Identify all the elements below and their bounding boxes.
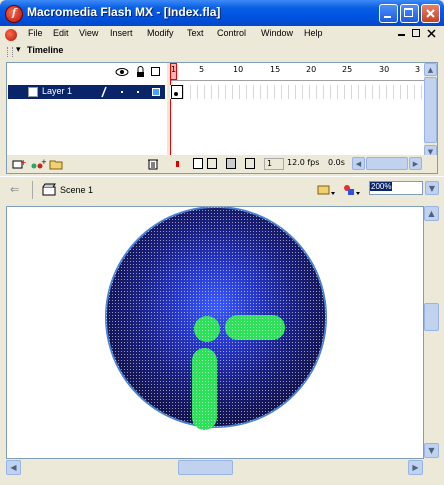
- menu-help[interactable]: Help: [304, 28, 323, 38]
- separator: [32, 181, 33, 199]
- minimize-icon: [384, 16, 391, 18]
- scroll-left-icon[interactable]: ◀: [6, 460, 21, 475]
- stage-vscroll[interactable]: ▲ ▼: [424, 206, 440, 459]
- keyframe-cell[interactable]: [171, 85, 183, 99]
- frame-tick: 3: [415, 65, 421, 74]
- scroll-right-icon[interactable]: ▶: [408, 460, 423, 475]
- maximize-icon: [404, 8, 413, 17]
- maximize-button[interactable]: [400, 4, 419, 23]
- menu-text[interactable]: Text: [187, 28, 204, 38]
- edit-scene-icon[interactable]: [317, 183, 337, 197]
- flash-app-icon[interactable]: f: [5, 5, 23, 23]
- modify-onion-markers-icon[interactable]: [245, 158, 255, 169]
- scroll-thumb[interactable]: [424, 77, 437, 143]
- current-frame: 1: [267, 159, 273, 168]
- eye-icon[interactable]: [115, 67, 129, 77]
- edit-symbols-icon[interactable]: [342, 183, 362, 197]
- minimize-button[interactable]: [379, 4, 398, 23]
- frame-rate: 12.0 fps: [287, 158, 320, 167]
- stage-hscroll[interactable]: ◀ ▶: [6, 459, 424, 476]
- document-icon[interactable]: [5, 29, 17, 41]
- window-title: Macromedia Flash MX - [Index.fla]: [27, 5, 221, 19]
- chevron-down-icon[interactable]: ▼: [425, 181, 439, 195]
- svg-text:+: +: [41, 158, 46, 166]
- frame-tick: 1: [171, 65, 177, 74]
- current-frame-field: 1: [264, 158, 284, 170]
- insert-folder-icon[interactable]: [49, 158, 63, 170]
- menu-edit[interactable]: Edit: [53, 28, 69, 38]
- frame-tick: 30: [379, 65, 390, 74]
- onion-outline-icon[interactable]: [207, 158, 217, 169]
- layer-row[interactable]: Layer 1: [8, 85, 165, 99]
- frame-tick: 10: [233, 65, 244, 74]
- frame-tick: 20: [306, 65, 317, 74]
- menu-file[interactable]: File: [28, 28, 43, 38]
- insert-layer-icon[interactable]: +: [12, 158, 26, 170]
- grip-icon[interactable]: [7, 47, 13, 57]
- frame-ruler[interactable]: 1 5 10 15 20 25 30 3: [170, 63, 424, 81]
- scene-label[interactable]: Scene 1: [60, 185, 93, 195]
- scroll-thumb[interactable]: [366, 157, 408, 170]
- lock-icon[interactable]: [136, 66, 145, 78]
- scroll-thumb[interactable]: [178, 460, 233, 475]
- onion-skin-icon[interactable]: [193, 158, 203, 169]
- zoom-value[interactable]: 200%: [370, 182, 393, 191]
- layer-name[interactable]: Layer 1: [42, 86, 72, 96]
- doc-minimize-icon[interactable]: [398, 34, 405, 36]
- timeline-hscroll[interactable]: ◀ ▶: [352, 157, 424, 171]
- pencil-icon: [101, 86, 107, 98]
- stage-artwork: [105, 207, 327, 430]
- frame-controls: 1 12.0 fps 0.0s ◀ ▶: [170, 155, 437, 173]
- menu-control[interactable]: Control: [217, 28, 246, 38]
- keyframe-dot: [174, 92, 178, 96]
- menu-bar: File Edit View Insert Modify Text Contro…: [0, 26, 444, 43]
- frame-tick: 15: [270, 65, 281, 74]
- visibility-dot[interactable]: [121, 91, 123, 93]
- edit-multiple-frames-icon[interactable]: [226, 158, 236, 169]
- doc-close-icon[interactable]: [427, 29, 436, 38]
- clapper-icon: [42, 183, 56, 196]
- scroll-up-icon[interactable]: ▲: [424, 63, 437, 76]
- scroll-corner: [424, 459, 440, 476]
- outline-icon[interactable]: [151, 67, 160, 76]
- scroll-up-icon[interactable]: ▲: [424, 206, 439, 221]
- timeline-vscroll[interactable]: ▲ ▼: [424, 63, 437, 159]
- collapse-arrow-icon[interactable]: ▾: [16, 45, 21, 55]
- frame-strip[interactable]: [170, 85, 424, 99]
- menu-insert[interactable]: Insert: [110, 28, 133, 38]
- frame-tick: 5: [199, 65, 205, 74]
- menu-view[interactable]: View: [79, 28, 98, 38]
- lock-dot[interactable]: [137, 91, 139, 93]
- add-motion-guide-icon[interactable]: +: [30, 158, 46, 170]
- elapsed-time: 0.0s: [328, 158, 345, 167]
- scroll-left-icon[interactable]: ◀: [352, 157, 365, 170]
- center-frame-icon[interactable]: [176, 161, 179, 167]
- layer-controls: + +: [7, 155, 169, 173]
- menu-modify[interactable]: Modify: [147, 28, 174, 38]
- frame-tick: 25: [342, 65, 353, 74]
- scroll-down-icon[interactable]: ▼: [424, 443, 439, 458]
- doc-restore-icon[interactable]: [412, 29, 420, 37]
- layer-color-swatch[interactable]: [152, 88, 160, 96]
- svg-text:+: +: [20, 158, 26, 167]
- menu-window[interactable]: Window: [261, 28, 293, 38]
- scroll-thumb[interactable]: [424, 303, 439, 331]
- close-button[interactable]: [421, 4, 440, 23]
- trash-icon[interactable]: [147, 157, 159, 170]
- layer-page-icon: [28, 87, 38, 97]
- timeline-title: Timeline: [27, 45, 64, 55]
- scroll-right-icon[interactable]: ▶: [409, 157, 422, 170]
- timeline-panel-header[interactable]: ▾ Timeline: [4, 43, 444, 60]
- close-icon: [426, 9, 435, 18]
- stage[interactable]: [6, 206, 424, 459]
- arrow-left-icon[interactable]: ⇐: [10, 183, 19, 196]
